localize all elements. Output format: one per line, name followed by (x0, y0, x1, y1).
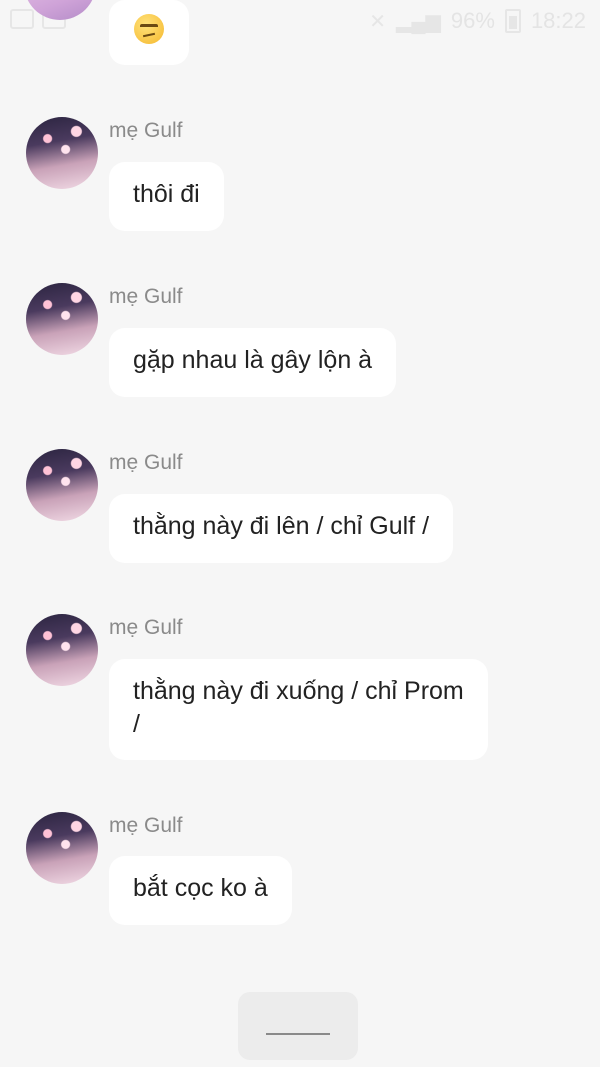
message-text: thằng này đi lên / chỉ Gulf / (133, 512, 430, 540)
screen-cast-icon (10, 9, 34, 29)
message-bubble[interactable]: gặp nhau là gây lộn à (109, 328, 397, 397)
battery-icon (504, 9, 521, 33)
message-bubble[interactable]: thôi đi (109, 162, 224, 231)
sender-name: mẹ Gulf (109, 451, 183, 474)
sender-name: mẹ Gulf (109, 285, 183, 308)
sender-name: mẹ Gulf (109, 616, 183, 639)
message-text: bắt cọc ko à (133, 874, 268, 902)
battery-percent: 96% (450, 8, 495, 33)
message-bubble[interactable]: thằng này đi xuống / chỉ Prom / (109, 659, 488, 760)
sender-name: mẹ Gulf (109, 119, 183, 142)
signal-icon: ▂▄▆ (395, 10, 441, 33)
sender-name: mẹ Gulf (109, 814, 183, 837)
avatar[interactable] (26, 614, 98, 686)
avatar[interactable] (26, 449, 98, 521)
mute-icon: ✕ (369, 10, 386, 33)
unamused-face-icon (134, 14, 164, 44)
avatar[interactable] (26, 812, 98, 884)
avatar[interactable] (26, 283, 98, 355)
message-text: thôi đi (133, 180, 200, 208)
message-bubble[interactable] (109, 0, 189, 65)
message-text: gặp nhau là gây lộn à (133, 346, 373, 374)
message-bubble[interactable]: thằng này đi lên / chỉ Gulf / (109, 494, 454, 563)
avatar[interactable] (26, 117, 98, 189)
message-text: thằng này đi xuống / chỉ Prom / (133, 677, 464, 738)
clock: 18:22 (530, 8, 586, 33)
status-indicators: ✕ ▂▄▆ 96% 18:22 (369, 8, 586, 34)
message-bubble[interactable]: bắt cọc ko à (109, 856, 292, 925)
minus-icon (266, 1033, 330, 1035)
status-bar: ✕ ▂▄▆ 96% 18:22 (0, 0, 600, 40)
scroll-to-bottom-button[interactable] (238, 992, 358, 1060)
